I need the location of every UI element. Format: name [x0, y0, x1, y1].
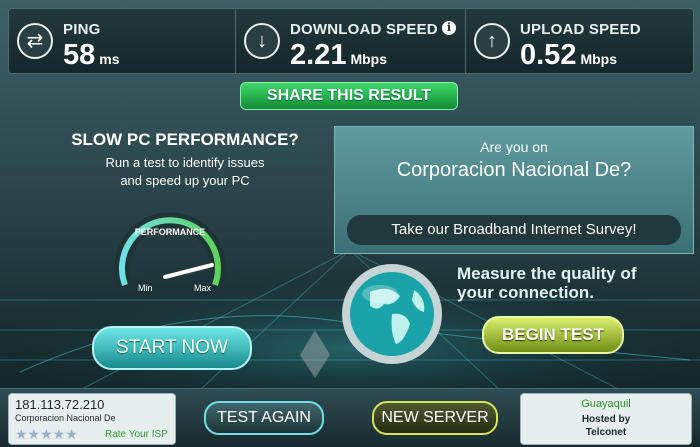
download-stat: ↓ DOWNLOAD SPEED i 2.21 Mbps — [235, 9, 466, 73]
start-now-button[interactable]: START NOW — [92, 326, 252, 370]
bottom-bar: 181.113.72.210 Corporacion Nacional De ★… — [0, 388, 700, 447]
gauge-needle — [163, 263, 214, 279]
stats-bar: ⇄ PING 58 ms ↓ DOWNLOAD SPEED i 2.21 Mbps … — [8, 8, 694, 74]
server-city: Guayaquil — [581, 398, 631, 410]
hosted-by-label: Hosted by — [581, 414, 631, 425]
upload-value: 0.52 Mbps — [520, 39, 618, 71]
upload-label: UPLOAD SPEED — [520, 21, 641, 38]
upload-stat: ↑ UPLOAD SPEED 0.52 Mbps — [465, 9, 694, 73]
new-server-button[interactable]: NEW SERVER — [372, 401, 498, 435]
gauge-min-label: Min — [138, 283, 153, 293]
download-label: DOWNLOAD SPEED — [290, 21, 438, 38]
swap-arrows-icon: ⇄ — [17, 23, 53, 59]
performance-gauge: PERFORMANCE Min Max — [114, 212, 226, 293]
measure-text: Measure the quality of your connection. — [457, 264, 637, 302]
isp-name: Corporacion Nacional De — [15, 413, 116, 423]
test-again-button[interactable]: TEST AGAIN — [204, 401, 324, 435]
arrow-down-icon: ↓ — [244, 23, 280, 59]
ping-label: PING — [63, 21, 101, 38]
ip-info-box: 181.113.72.210 Corporacion Nacional De ★… — [8, 393, 176, 445]
info-icon[interactable]: i — [442, 21, 456, 35]
survey-question-line2: Corporacion Nacional De? — [396, 159, 632, 181]
begin-test-button[interactable]: BEGIN TEST — [482, 316, 624, 354]
ping-value: 58 ms — [63, 39, 120, 71]
server-info-box: Guayaquil Hosted by Telconet — [520, 393, 692, 445]
gauge-label: PERFORMANCE — [135, 227, 206, 237]
host-name: Telconet — [585, 427, 627, 438]
rating-stars[interactable]: ★★★★★ — [15, 426, 78, 443]
survey-question-line1: Are you on — [480, 139, 548, 155]
arrow-up-icon: ↑ — [474, 23, 510, 59]
ping-stat: ⇄ PING 58 ms — [9, 9, 235, 73]
slow-pc-title: SLOW PC PERFORMANCE? — [71, 130, 299, 149]
ip-address: 181.113.72.210 — [15, 397, 105, 412]
gauge-max-label: Max — [194, 283, 212, 293]
slow-pc-subtitle: Run a test to identify issues and speed … — [105, 155, 265, 188]
share-result-button[interactable]: SHARE THIS RESULT — [240, 82, 458, 110]
isp-survey-panel: Are you on Corporacion Nacional De? Take… — [334, 126, 694, 254]
rate-isp-link[interactable]: Rate Your ISP — [105, 429, 168, 440]
survey-button[interactable]: Take our Broadband Internet Survey! — [347, 215, 681, 245]
speedtest-window: ⇄ PING 58 ms ↓ DOWNLOAD SPEED i 2.21 Mbps … — [0, 0, 700, 447]
download-value: 2.21 Mbps — [290, 39, 388, 71]
globe-icon — [342, 264, 442, 364]
